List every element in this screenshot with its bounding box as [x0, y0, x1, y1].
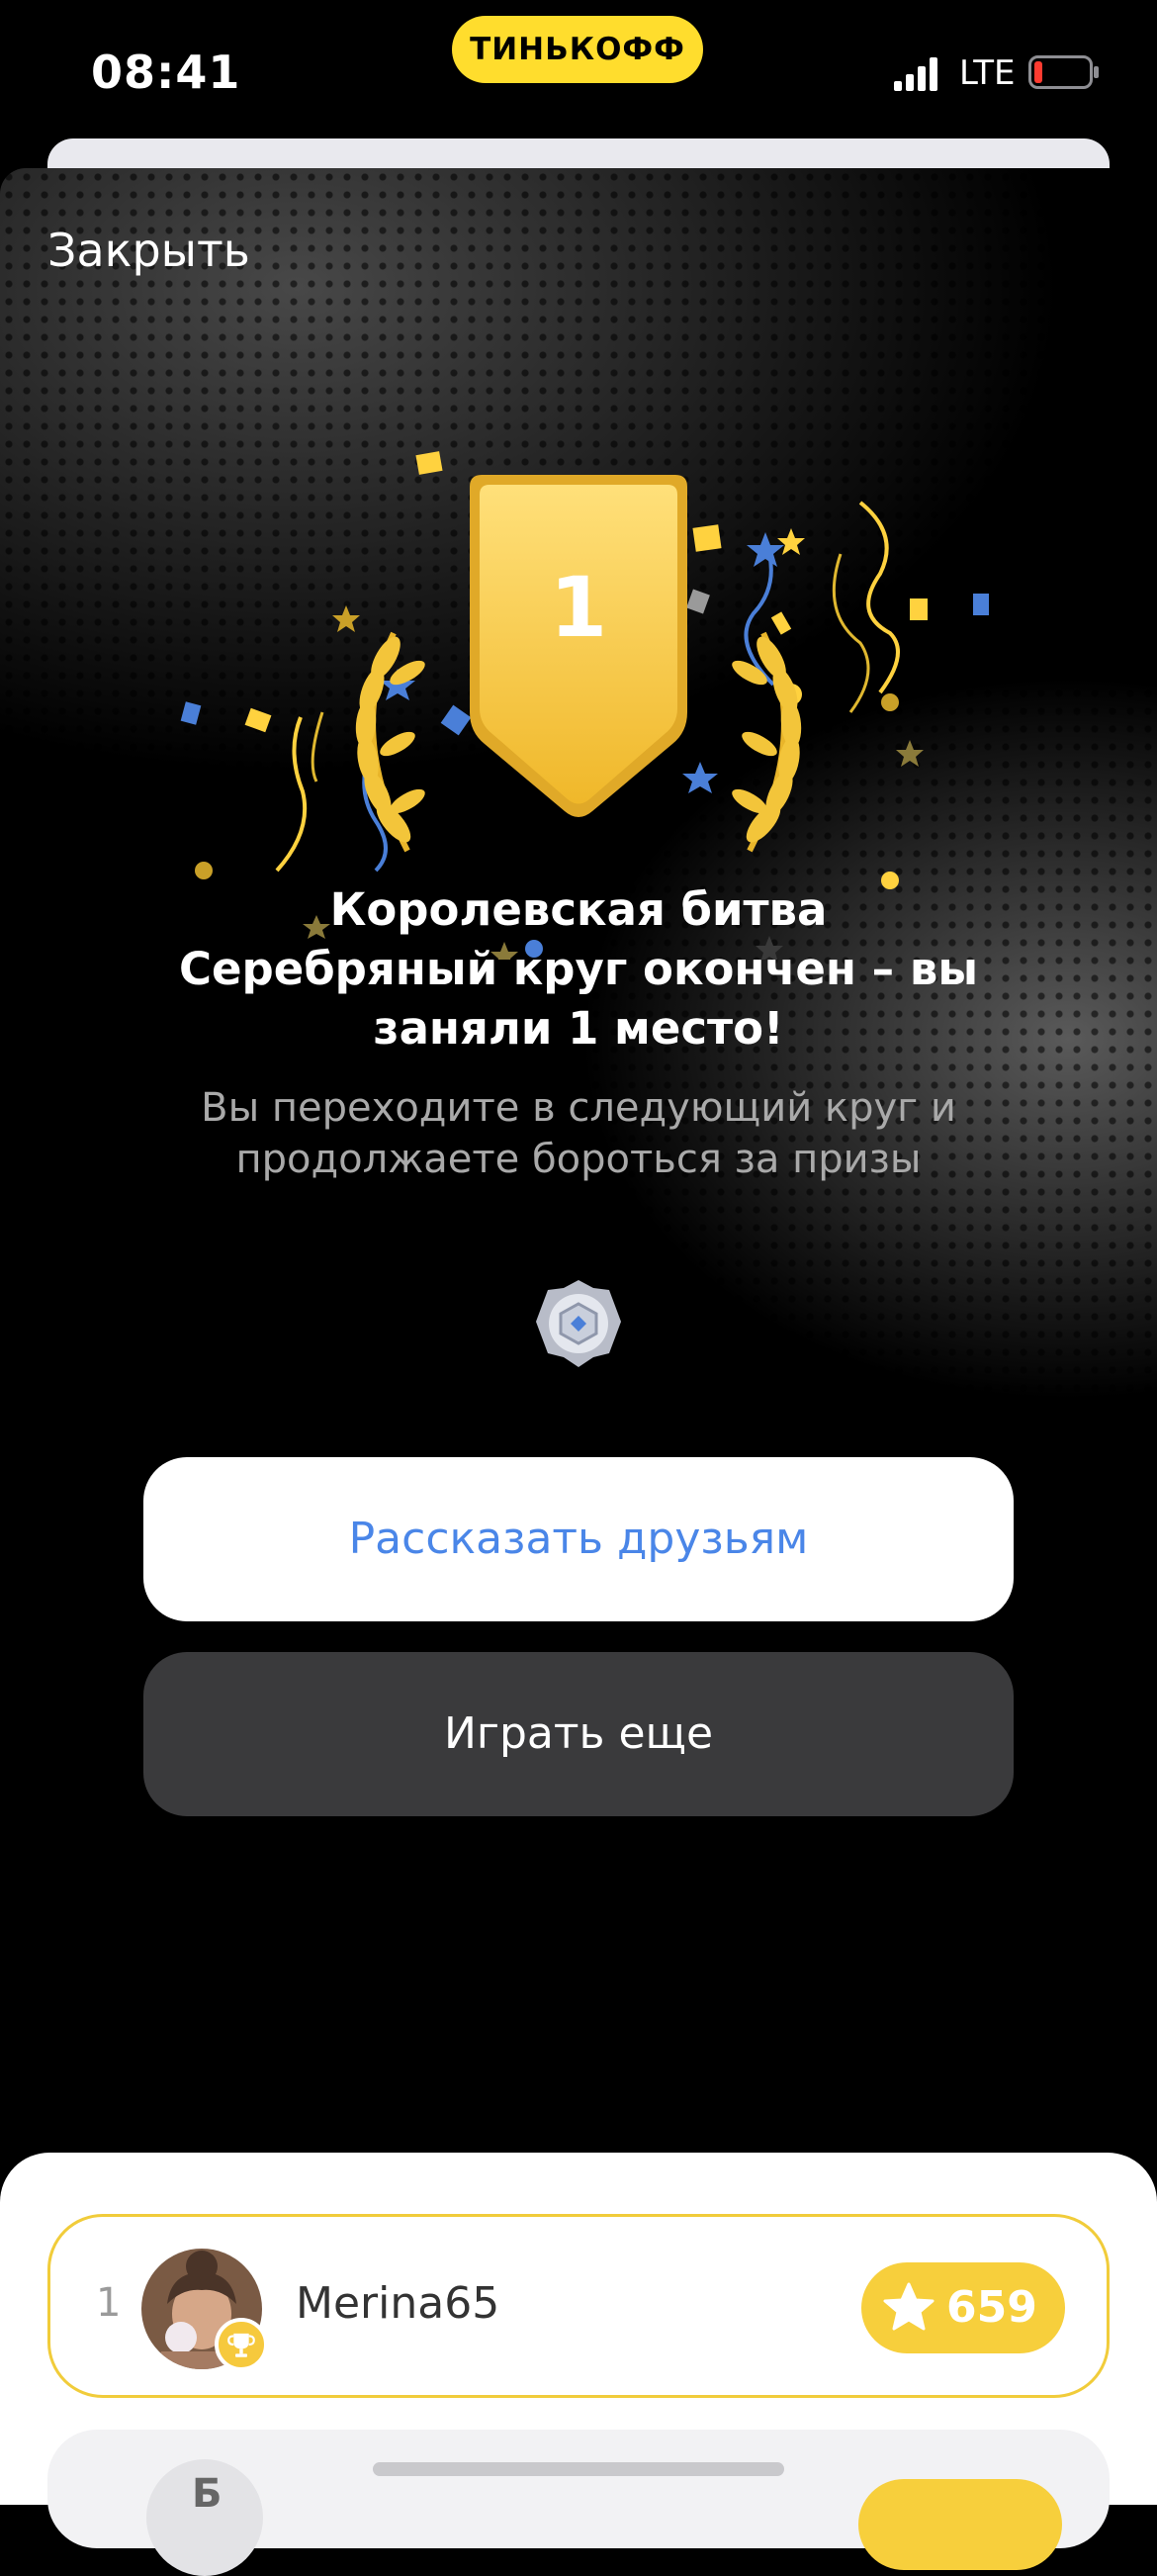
left-laurel: [355, 631, 425, 853]
place-number: 1: [550, 559, 607, 656]
play-again-button[interactable]: Играть еще: [143, 1652, 1014, 1816]
home-indicator[interactable]: [373, 2462, 784, 2476]
right-laurel: [732, 631, 802, 853]
network-type: LTE: [959, 53, 1016, 93]
brand-pill: ТИНЬКОФФ: [452, 16, 703, 83]
username: Merina65: [296, 2278, 500, 2329]
signal-icon: [894, 57, 937, 91]
score-badge: 659: [861, 2262, 1065, 2353]
score-value: 659: [946, 2282, 1037, 2333]
result-title: Королевская битва Серебряный круг оконче…: [178, 883, 979, 1055]
winner-celebration-graphic: 1: [180, 451, 989, 960]
result-subtitle: Вы переходите в следующий круг и продолж…: [201, 1085, 956, 1182]
leaderboard-row[interactable]: 1 Merina65 659: [47, 2214, 1110, 2398]
leaderboard-sheet: 1 Merina65 659 Б: [0, 2153, 1157, 2576]
share-with-friends-button[interactable]: Рассказать друзьям: [143, 1457, 1014, 1621]
trophy-icon: [215, 2318, 268, 2371]
status-time: 08:41: [91, 46, 241, 99]
leaderboard-row[interactable]: Б: [47, 2430, 1110, 2576]
score-badge: [858, 2479, 1062, 2570]
first-place-shield-icon: 1: [470, 475, 687, 817]
rank-number: 1: [96, 2280, 122, 2326]
silver-league-badge-icon: [536, 1280, 621, 1367]
battery-low-icon: [1028, 55, 1099, 89]
avatar-letter: Б: [192, 2471, 222, 2517]
close-button[interactable]: Закрыть: [47, 224, 250, 277]
status-bar: 08:41 ТИНЬКОФФ LTE: [0, 0, 1157, 148]
star-icon: [883, 2282, 934, 2331]
